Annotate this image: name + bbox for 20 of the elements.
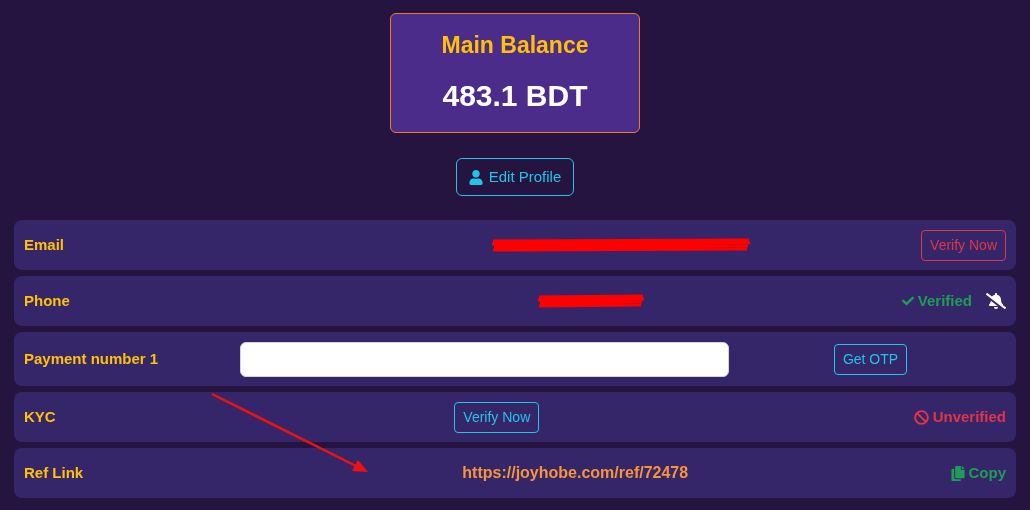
user-icon (468, 169, 483, 185)
check-icon (901, 295, 914, 307)
copy-icon (950, 465, 965, 481)
payment-number-field[interactable] (240, 341, 729, 377)
verification-status: Verified (901, 289, 972, 313)
referral-link[interactable]: https://joyhobe.com/ref/72478 (462, 461, 689, 485)
verify-now-button[interactable]: Verify Now (454, 401, 540, 433)
get-otp-button[interactable]: Get OTP (833, 343, 908, 375)
ban-icon (913, 409, 929, 425)
bell-slash-icon[interactable] (986, 292, 1006, 310)
edit-profile-button[interactable]: Edit Profile (455, 158, 575, 196)
balance-title: Main Balance (441, 31, 589, 61)
row-label: KYC (24, 406, 57, 427)
row-label: Ref Link (24, 462, 85, 483)
balance-amount: 483.1 BDT (442, 77, 588, 114)
row-label: Phone (24, 290, 71, 311)
row-label: Email (24, 234, 66, 255)
row-label: Payment number 1 (24, 348, 160, 369)
verification-status: Unverified (913, 405, 1006, 429)
copy-button[interactable]: Copy (950, 461, 1006, 485)
